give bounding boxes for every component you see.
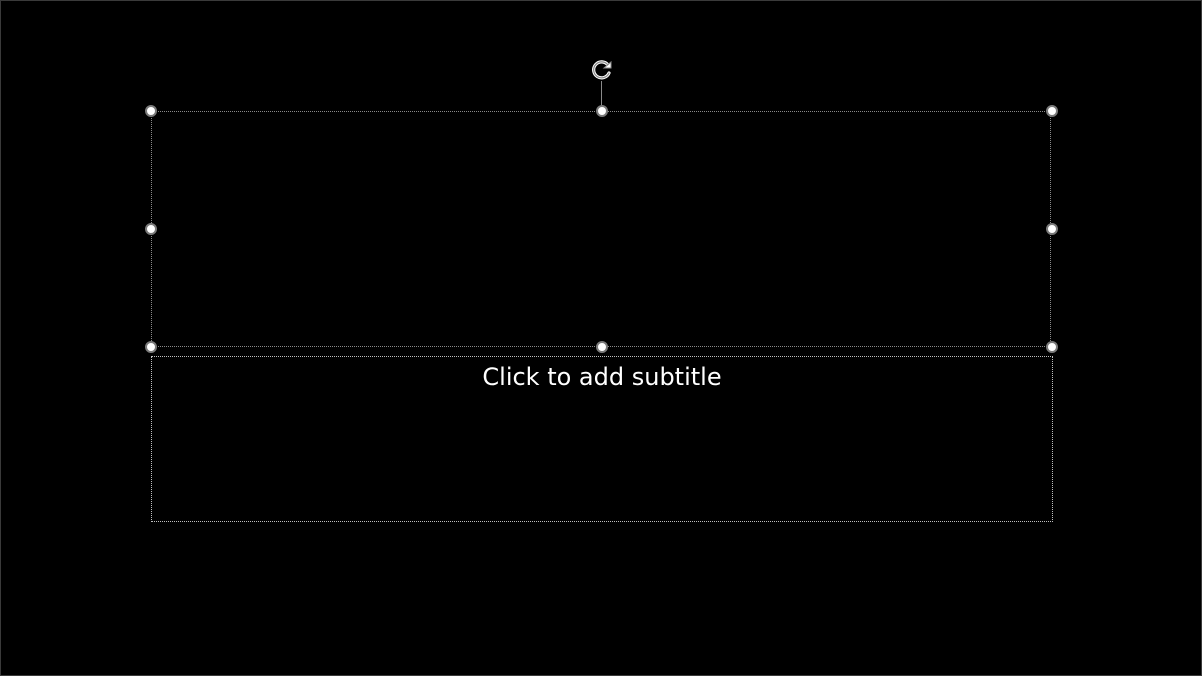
resize-handle-bottom-center[interactable] — [596, 341, 608, 353]
resize-handle-middle-right[interactable] — [1046, 223, 1058, 235]
resize-handle-top-right[interactable] — [1046, 105, 1058, 117]
resize-handle-bottom-left[interactable] — [145, 341, 157, 353]
rotate-handle-stem — [601, 81, 602, 105]
resize-handle-top-center[interactable] — [596, 105, 608, 117]
resize-handle-middle-left[interactable] — [145, 223, 157, 235]
slide-canvas[interactable]: Click to add subtitle — [0, 0, 1202, 676]
subtitle-placeholder-text: Click to add subtitle — [482, 363, 722, 391]
resize-handle-bottom-right[interactable] — [1046, 341, 1058, 353]
title-placeholder[interactable] — [151, 111, 1051, 347]
rotate-icon[interactable] — [587, 56, 617, 84]
subtitle-placeholder[interactable]: Click to add subtitle — [151, 356, 1053, 522]
resize-handle-top-left[interactable] — [145, 105, 157, 117]
